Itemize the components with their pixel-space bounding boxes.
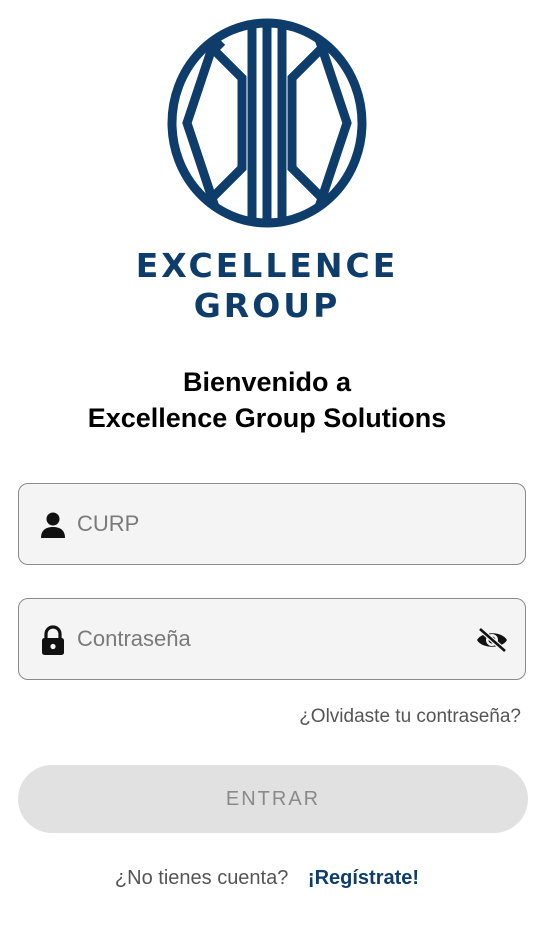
lock-icon: [42, 625, 64, 655]
person-icon: [41, 512, 65, 538]
welcome-heading: Bienvenido a Excellence Group Solutions: [0, 364, 534, 436]
eye-off-icon[interactable]: [475, 627, 509, 653]
logo-emblem-icon: [167, 18, 367, 228]
signup-row: ¿No tienes cuenta? ¡Regístrate!: [0, 867, 534, 890]
password-field[interactable]: [18, 598, 526, 680]
brand-name-line2: GROUP: [193, 286, 341, 325]
company-logo: [0, 18, 534, 228]
curp-field[interactable]: [18, 483, 526, 565]
welcome-line2: Excellence Group Solutions: [87, 403, 447, 433]
forgot-password-link[interactable]: ¿Olvidaste tu contraseña?: [299, 706, 521, 728]
signup-question: ¿No tienes cuenta?: [114, 867, 289, 889]
curp-input[interactable]: [77, 484, 457, 564]
brand-name-line1: EXCELLENCE: [135, 246, 399, 285]
enter-button[interactable]: ENTRAR: [18, 765, 528, 833]
password-input[interactable]: [77, 599, 457, 679]
register-link[interactable]: ¡Regístrate!: [308, 867, 419, 889]
welcome-line1: Bienvenido a: [182, 367, 352, 397]
